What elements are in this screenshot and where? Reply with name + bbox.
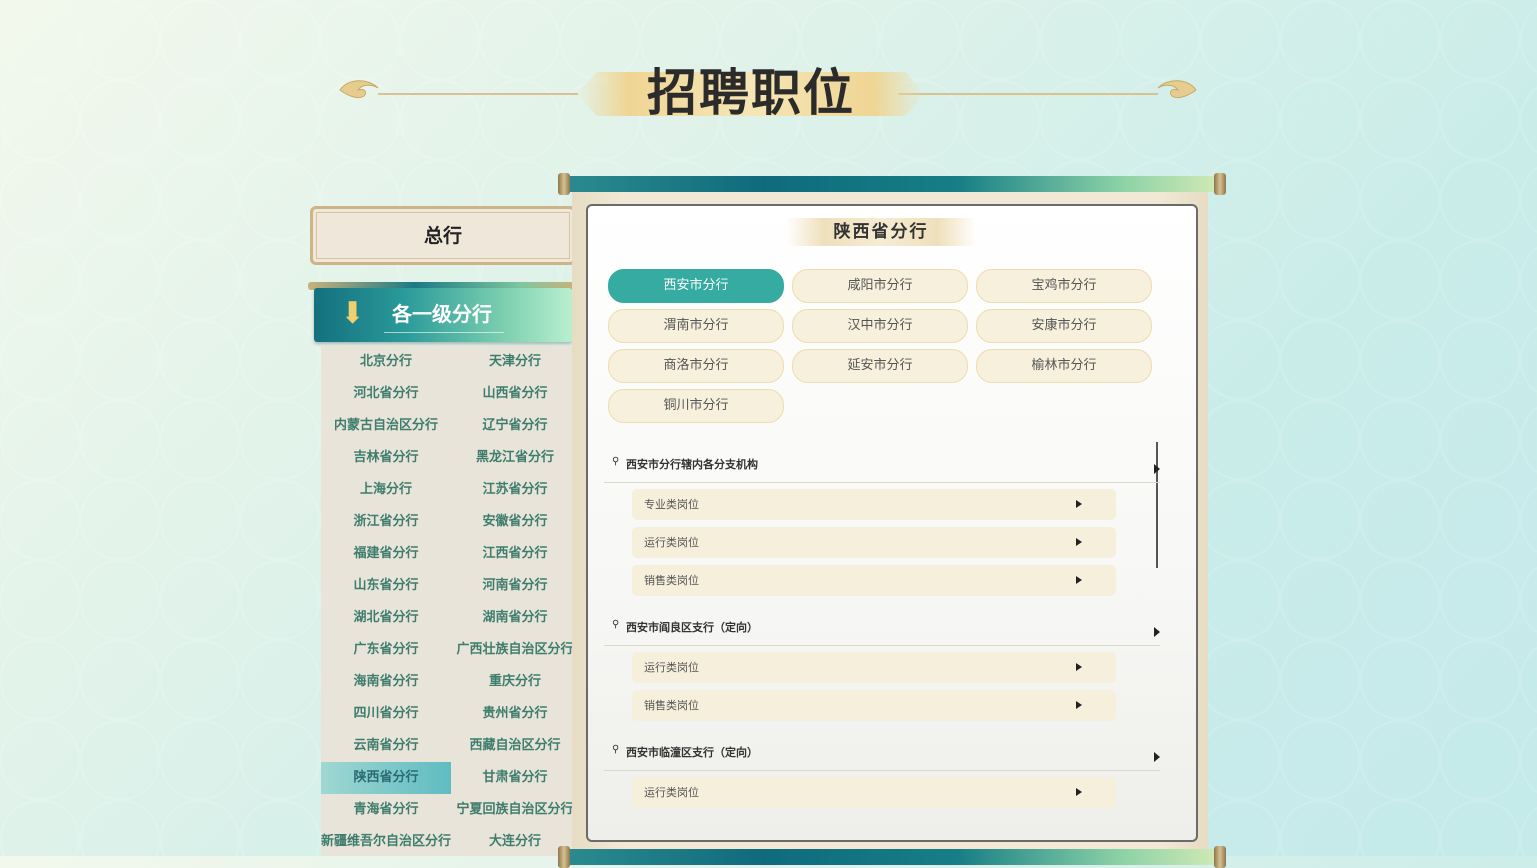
down-arrow-icon: ⬇ (340, 296, 366, 331)
position-category-label: 运行类岗位 (644, 536, 699, 549)
page-title-banner: 招聘职位 (338, 62, 1198, 122)
branch-item[interactable]: 云南省分行 (321, 730, 451, 762)
city-branch-button[interactable]: 西安市分行 (608, 269, 784, 303)
city-branch-button[interactable]: 汉中市分行 (792, 309, 968, 343)
scroll-rod-bar (568, 176, 1216, 192)
branch-item[interactable]: 西藏自治区分行 (451, 730, 579, 762)
right-cloud-ornament-icon (1157, 80, 1197, 99)
header-underline (384, 332, 504, 333)
branch-item[interactable]: 天津分行 (451, 346, 579, 378)
city-branch-grid: 西安市分行 咸阳市分行 宝鸡市分行渭南市分行 汉中市分行 安康市分行商洛市分行 延安市分行… (608, 269, 1168, 423)
city-branch-button[interactable]: 铜川市分行 (608, 389, 784, 423)
position-category-item[interactable]: 运行类岗位 (632, 652, 1116, 683)
level1-branch-list: 北京分行 天津分行 河北省分行 山西省分行 内蒙古自治区分行 辽宁省分行 吉林省分行 黑龙江省… (321, 346, 579, 856)
group-title: 西安市阎良区支行（定向） (626, 621, 758, 634)
city-branch-button[interactable]: 商洛市分行 (608, 349, 784, 383)
position-category-list: 专业类岗位运行类岗位销售类岗位 (604, 483, 1160, 605)
branch-item[interactable]: 河北省分行 (321, 378, 451, 410)
location-pin-icon: ⚲ (612, 456, 620, 467)
branch-group-header[interactable]: ⚲ 西安市阎良区支行（定向） (604, 605, 1160, 646)
branch-item[interactable]: 河南省分行 (451, 570, 579, 602)
triangle-right-icon (1154, 464, 1160, 474)
position-list: ⚲ 西安市分行辖内各分支机构 专业类岗位 运行类岗位 销售类岗位 ⚲ 西安市阎良区支行（定向… (604, 442, 1160, 814)
branch-item[interactable]: 安徽省分行 (451, 506, 579, 538)
group-title: 西安市分行辖内各分支机构 (626, 458, 758, 471)
branch-item[interactable]: 海南省分行 (321, 666, 451, 698)
triangle-right-icon (1154, 627, 1160, 637)
branch-item[interactable]: 吉林省分行 (321, 442, 451, 474)
branch-item[interactable]: 山东省分行 (321, 570, 451, 602)
position-category-label: 销售类岗位 (644, 574, 699, 587)
branch-item[interactable]: 黑龙江省分行 (451, 442, 579, 474)
position-category-label: 运行类岗位 (644, 661, 699, 674)
title-line-right (898, 93, 1158, 95)
city-branch-button[interactable]: 渭南市分行 (608, 309, 784, 343)
location-pin-icon: ⚲ (612, 619, 620, 630)
position-category-item[interactable]: 运行类岗位 (632, 777, 1116, 808)
triangle-right-icon (1154, 752, 1160, 762)
position-category-item[interactable]: 销售类岗位 (632, 690, 1116, 721)
position-category-label: 销售类岗位 (644, 699, 699, 712)
position-category-item[interactable]: 专业类岗位 (632, 489, 1116, 520)
branch-item[interactable]: 福建省分行 (321, 538, 451, 570)
triangle-right-icon (1076, 500, 1082, 508)
scroll-rod-bar (568, 849, 1216, 865)
branch-item[interactable]: 青海省分行 (321, 794, 451, 826)
page-title: 招聘职位 (647, 63, 855, 122)
branch-item[interactable]: 重庆分行 (451, 666, 579, 698)
branch-item[interactable]: 广西壮族自治区分行 (451, 634, 579, 666)
position-category-list: 运行类岗位 (604, 771, 1160, 814)
city-branch-button[interactable]: 安康市分行 (976, 309, 1152, 343)
city-branch-button[interactable]: 榆林市分行 (976, 349, 1152, 383)
left-cloud-ornament-icon (339, 80, 379, 99)
branch-item[interactable]: 上海分行 (321, 474, 451, 506)
triangle-right-icon (1076, 576, 1082, 584)
branch-item[interactable]: 江西省分行 (451, 538, 579, 570)
branch-item[interactable]: 甘肃省分行 (451, 762, 579, 794)
branch-item[interactable]: 四川省分行 (321, 698, 451, 730)
branch-item[interactable]: 新疆维吾尔自治区分行 (321, 826, 451, 858)
position-category-item[interactable]: 销售类岗位 (632, 565, 1116, 596)
branch-group-header[interactable]: ⚲ 西安市临潼区支行（定向） (604, 730, 1160, 771)
triangle-right-icon (1076, 701, 1082, 709)
position-category-list: 运行类岗位销售类岗位 (604, 646, 1160, 730)
group-title: 西安市临潼区支行（定向） (626, 746, 758, 759)
branch-item[interactable]: 山西省分行 (451, 378, 579, 410)
triangle-right-icon (1076, 788, 1082, 796)
branch-title: 陕西省分行 (786, 218, 976, 246)
branch-grid: 北京分行 天津分行 河北省分行 山西省分行 内蒙古自治区分行 辽宁省分行 吉林省分行 黑龙江省… (321, 346, 579, 858)
branch-item[interactable]: 湖北省分行 (321, 602, 451, 634)
branch-group-header[interactable]: ⚲ 西安市分行辖内各分支机构 (604, 442, 1160, 483)
scroll-rod-cap-left (558, 173, 570, 195)
triangle-right-icon (1076, 538, 1082, 546)
position-category-label: 运行类岗位 (644, 786, 699, 799)
position-category-label: 专业类岗位 (644, 498, 699, 511)
branch-item[interactable]: 辽宁省分行 (451, 410, 579, 442)
branch-item[interactable]: 广东省分行 (321, 634, 451, 666)
level1-branches-header[interactable]: ⬇ 各一级分行 (314, 288, 572, 342)
branch-detail-panel: 陕西省分行 西安市分行 咸阳市分行 宝鸡市分行渭南市分行 汉中市分行 安康市分行商洛市分… (586, 204, 1198, 842)
triangle-right-icon (1076, 663, 1082, 671)
scroll-rod-cap-right (1214, 173, 1226, 195)
branch-item[interactable]: 江苏省分行 (451, 474, 579, 506)
location-pin-icon: ⚲ (612, 744, 620, 755)
city-branch-button[interactable]: 咸阳市分行 (792, 269, 968, 303)
city-branch-button[interactable]: 宝鸡市分行 (976, 269, 1152, 303)
scroll-rod-bottom (558, 846, 1226, 868)
scroll-rod-cap-right (1214, 846, 1226, 868)
position-category-item[interactable]: 运行类岗位 (632, 527, 1116, 558)
title-line-left (378, 93, 578, 95)
branch-item[interactable]: 贵州省分行 (451, 698, 579, 730)
branch-item[interactable]: 浙江省分行 (321, 506, 451, 538)
branch-item[interactable]: 北京分行 (321, 346, 451, 378)
city-branch-button[interactable]: 延安市分行 (792, 349, 968, 383)
scroll-rod-cap-left (558, 846, 570, 868)
branch-item[interactable]: 陕西省分行 (321, 762, 451, 794)
headquarters-button[interactable]: 总行 (310, 206, 576, 265)
branch-item[interactable]: 内蒙古自治区分行 (321, 410, 451, 442)
branch-item[interactable]: 宁夏回族自治区分行 (451, 794, 579, 826)
branch-item[interactable]: 湖南省分行 (451, 602, 579, 634)
